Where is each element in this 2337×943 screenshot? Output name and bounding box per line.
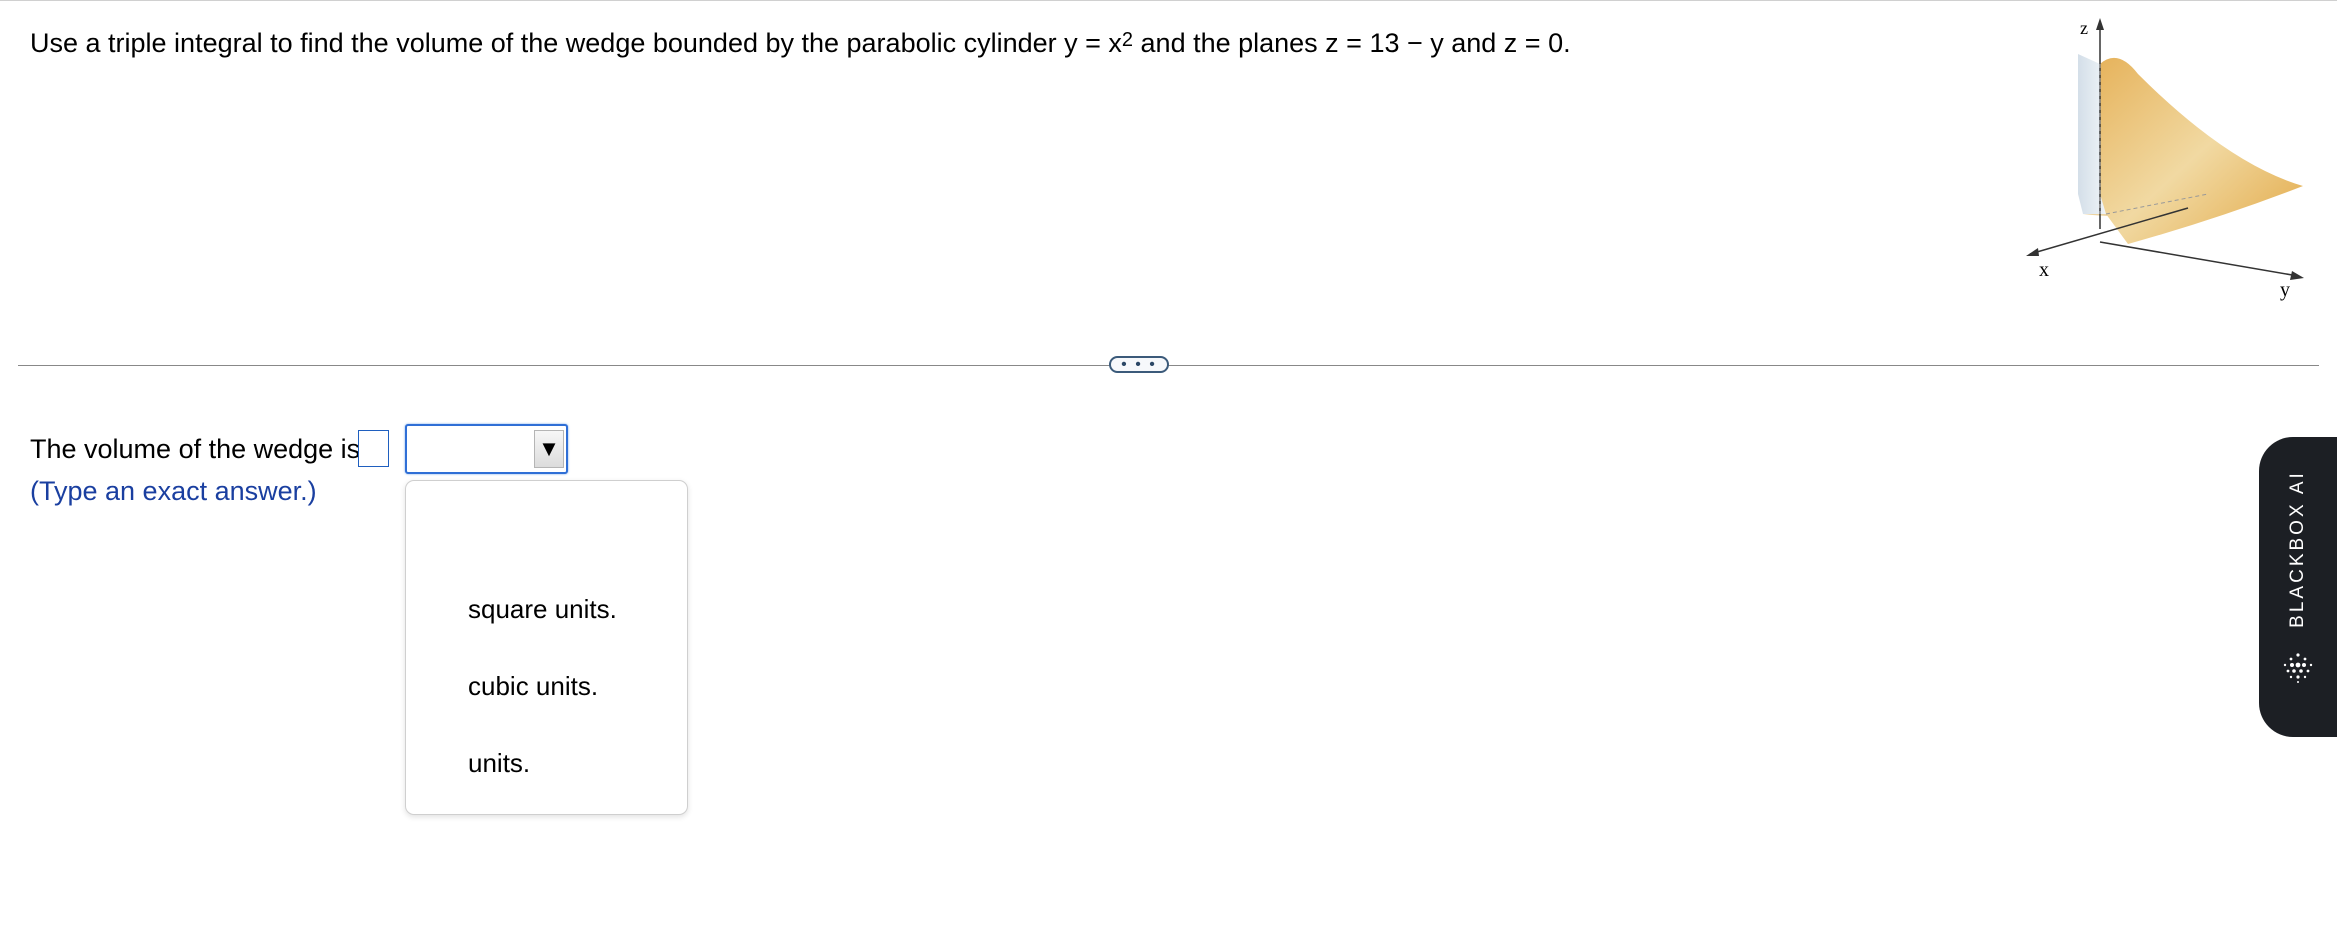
top-rule [0, 0, 2337, 1]
option-units[interactable]: units. [468, 747, 530, 779]
units-dropdown-menu: square units. cubic units. units. [405, 480, 688, 815]
answer-hint: (Type an exact answer.) [30, 476, 317, 506]
blackbox-ai-tab[interactable]: BLACKBOX AI [2259, 437, 2337, 737]
x-axis-label: x [2039, 259, 2049, 281]
units-select[interactable]: ▼ [405, 424, 568, 474]
question-prefix: Use a triple integral to find the volume… [30, 28, 1122, 58]
expand-button[interactable]: • • • [1109, 356, 1169, 373]
y-axis-label: y [2280, 279, 2290, 301]
z-axis-label: z [2080, 18, 2088, 38]
y-axis [2099, 241, 2299, 277]
y-arrowhead [2290, 271, 2304, 280]
option-cubic-units[interactable]: cubic units. [468, 670, 598, 702]
question-suffix: and the planes z = 13 − y and z = 0. [1133, 28, 1571, 58]
blackbox-logo-icon [2283, 653, 2313, 683]
option-square-units[interactable]: square units. [468, 593, 617, 625]
blackbox-ai-label: BLACKBOX AI [2287, 470, 2308, 628]
z-arrowhead [2096, 18, 2104, 30]
wedge-figure: z x y [2026, 18, 2304, 301]
answer-label: The volume of the wedge is [30, 434, 361, 464]
dropdown-arrow-icon[interactable]: ▼ [534, 430, 564, 468]
x-arrowhead [2026, 248, 2039, 256]
question-text: Use a triple integral to find the volume… [30, 26, 1571, 60]
answer-input[interactable] [358, 430, 389, 467]
question-exponent: 2 [1121, 29, 1134, 51]
wedge-surface [2100, 57, 2303, 245]
